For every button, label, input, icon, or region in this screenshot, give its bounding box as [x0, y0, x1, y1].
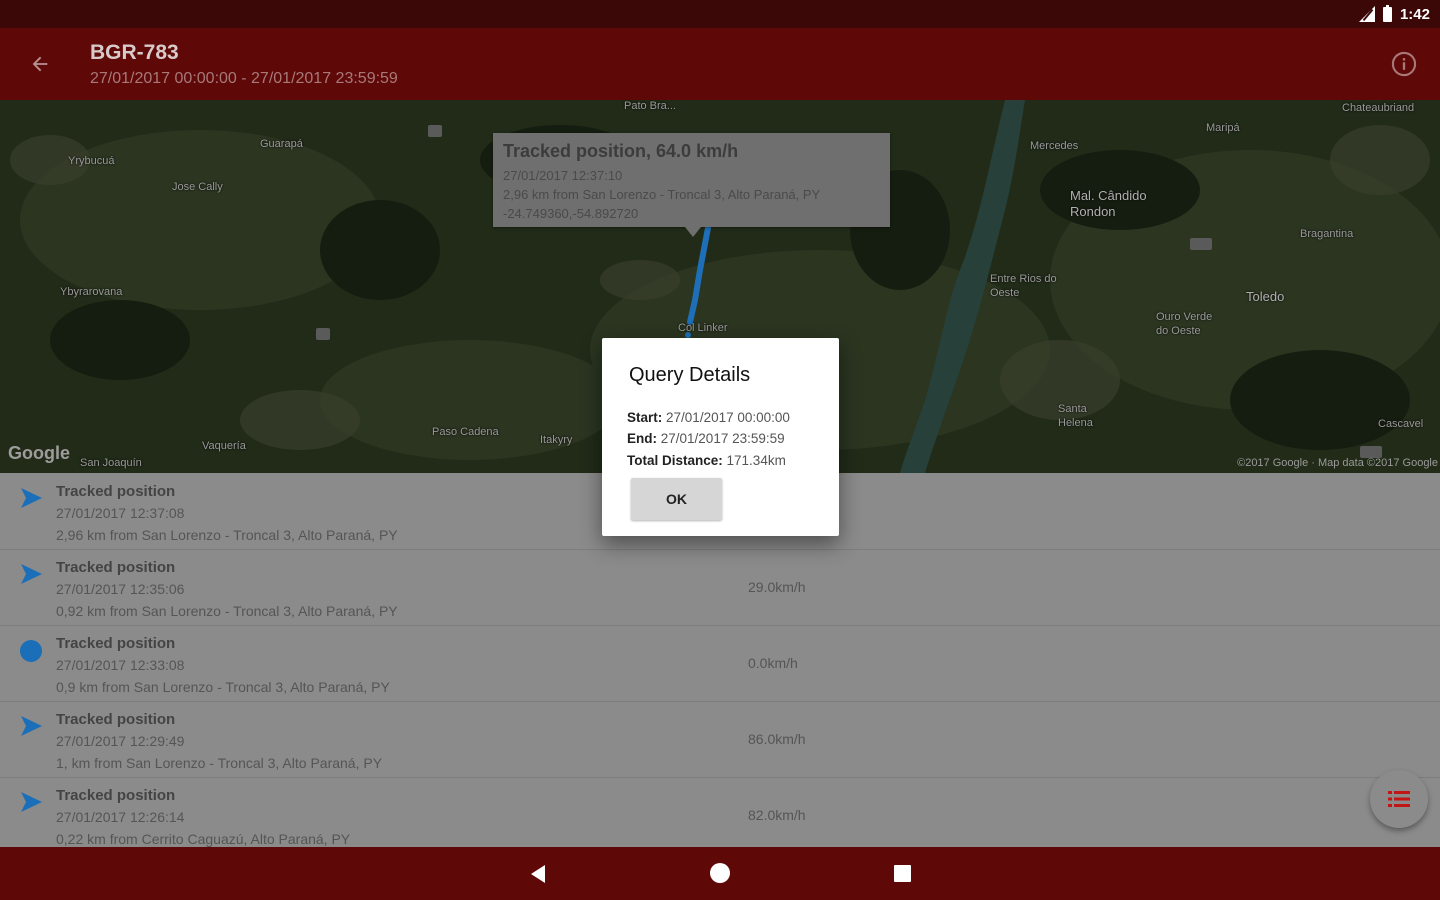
info-icon [1391, 51, 1417, 77]
app-bar: BGR-783 27/01/2017 00:00:00 - 27/01/2017… [0, 28, 1440, 100]
map-label: Entre Rios do Oeste [990, 273, 1057, 299]
dialog-start-row: Start: 27/01/2017 00:00:00 [627, 410, 790, 425]
list-item-time: 27/01/2017 12:37:08 [56, 505, 185, 521]
signal-icon [1358, 6, 1375, 22]
list-icon [1388, 791, 1410, 807]
map-label: Col Linker [678, 322, 728, 334]
list-item-time: 27/01/2017 12:33:08 [56, 657, 185, 673]
list-item-speed: 86.0km/h [748, 731, 806, 747]
map-label: Jose Cally [172, 181, 223, 193]
list-item-address: 0,9 km from San Lorenzo - Troncal 3, Alt… [56, 679, 390, 695]
map-label: Toledo [1246, 289, 1285, 304]
arrow-back-icon [32, 56, 48, 72]
dialog-end-value: 27/01/2017 23:59:59 [660, 431, 785, 446]
map-label: Maripá [1206, 122, 1240, 134]
map-label: Mal. Cândido Rondon [1070, 188, 1147, 219]
page-title: BGR-783 [90, 41, 179, 64]
ok-button[interactable]: OK [631, 478, 722, 520]
list-item-address: 2,96 km from San Lorenzo - Troncal 3, Al… [56, 527, 398, 543]
map-label: Guarapá [260, 138, 303, 150]
map-label: Chateaubriand [1342, 102, 1415, 114]
info-window-address: 2,96 km from San Lorenzo - Troncal 3, Al… [503, 187, 821, 202]
dialog-distance-value: 171.34km [726, 453, 786, 468]
info-window-time: 27/01/2017 12:37:10 [503, 168, 623, 183]
dialog-title: Query Details [629, 364, 751, 386]
dialog-distance-label: Total Distance: [627, 453, 723, 468]
map-copyright: ©2017 Google · Map data ©2017 Google [1237, 457, 1438, 469]
map-label: Paso Cadena [432, 426, 499, 438]
info-window-title: Tracked position, 64.0 km/h [503, 141, 739, 161]
list-item[interactable]: Tracked position 27/01/2017 12:33:08 0,9… [0, 625, 1440, 702]
list-item-speed: 29.0km/h [748, 579, 806, 595]
map-label: Ouro Verde do Oeste [1156, 311, 1213, 337]
list-view-fab[interactable] [1370, 770, 1428, 828]
nav-home-icon[interactable] [710, 863, 730, 883]
arrow-icon [21, 792, 42, 812]
list-item-title: Tracked position [56, 787, 176, 804]
nav-recents-icon[interactable] [894, 865, 911, 882]
map-label: Cascavel [1378, 418, 1424, 430]
map-label: Bragantina [1300, 228, 1354, 240]
stop-dot-icon [20, 640, 42, 662]
arrow-icon [21, 488, 42, 508]
dialog-end-label: End: [627, 431, 657, 446]
nav-back-icon[interactable] [527, 863, 549, 885]
arrow-icon [21, 564, 42, 584]
google-logo: Google [8, 443, 70, 463]
list-item[interactable]: Tracked position 27/01/2017 12:26:14 0,2… [0, 777, 1440, 847]
list-item-speed: 0.0km/h [748, 655, 798, 671]
status-icons: 1:42 [1358, 4, 1430, 24]
list-item-title: Tracked position [56, 711, 176, 728]
list-item-address: 1, km from San Lorenzo - Troncal 3, Alto… [56, 755, 383, 771]
dialog-distance-row: Total Distance: 171.34km [627, 453, 786, 468]
status-bar: 1:42 [0, 0, 1440, 28]
list-item-speed: 82.0km/h [748, 807, 806, 823]
dialog-end-row: End: 27/01/2017 23:59:59 [627, 431, 785, 446]
map-label: Yrybucuá [68, 155, 115, 167]
map-label: Mercedes [1030, 140, 1079, 152]
marker-info-window[interactable]: Tracked position, 64.0 km/h 27/01/2017 1… [493, 133, 890, 237]
query-details-dialog: Query Details Start: 27/01/2017 00:00:00… [602, 338, 839, 536]
dialog-start-label: Start: [627, 410, 663, 425]
arrow-icon [21, 716, 42, 736]
list-item[interactable]: Tracked position 27/01/2017 12:35:06 0,9… [0, 549, 1440, 626]
list-item-title: Tracked position [56, 483, 176, 500]
list-item-address: 0,22 km from Cerrito Caguazú, Alto Paran… [56, 831, 351, 847]
list-item-title: Tracked position [56, 559, 176, 576]
map-label: Itakyry [540, 434, 573, 446]
list-item-time: 27/01/2017 12:29:49 [56, 733, 185, 749]
list-item-title: Tracked position [56, 635, 176, 652]
map-label: Vaquería [202, 440, 246, 452]
list-item-time: 27/01/2017 12:35:06 [56, 581, 185, 597]
info-window-coords: -24.749360,-54.892720 [503, 206, 639, 221]
system-nav-bar [0, 847, 1440, 900]
dialog-start-value: 27/01/2017 00:00:00 [666, 410, 790, 425]
map-label: Pato Bra... [624, 100, 676, 112]
info-button[interactable] [1390, 50, 1418, 78]
status-time: 1:42 [1399, 5, 1430, 23]
map-label: San Joaquín [80, 457, 142, 469]
back-button[interactable] [22, 46, 58, 82]
list-item-time: 27/01/2017 12:26:14 [56, 809, 185, 825]
list-item-address: 0,92 km from San Lorenzo - Troncal 3, Al… [56, 603, 398, 619]
page-subtitle: 27/01/2017 00:00:00 - 27/01/2017 23:59:5… [90, 70, 398, 87]
list-item[interactable]: Tracked position 27/01/2017 12:29:49 1, … [0, 701, 1440, 778]
map-label: Ybyrarovana [60, 286, 123, 298]
map-label: Santa Helena [1058, 403, 1093, 429]
battery-icon [1382, 4, 1392, 22]
